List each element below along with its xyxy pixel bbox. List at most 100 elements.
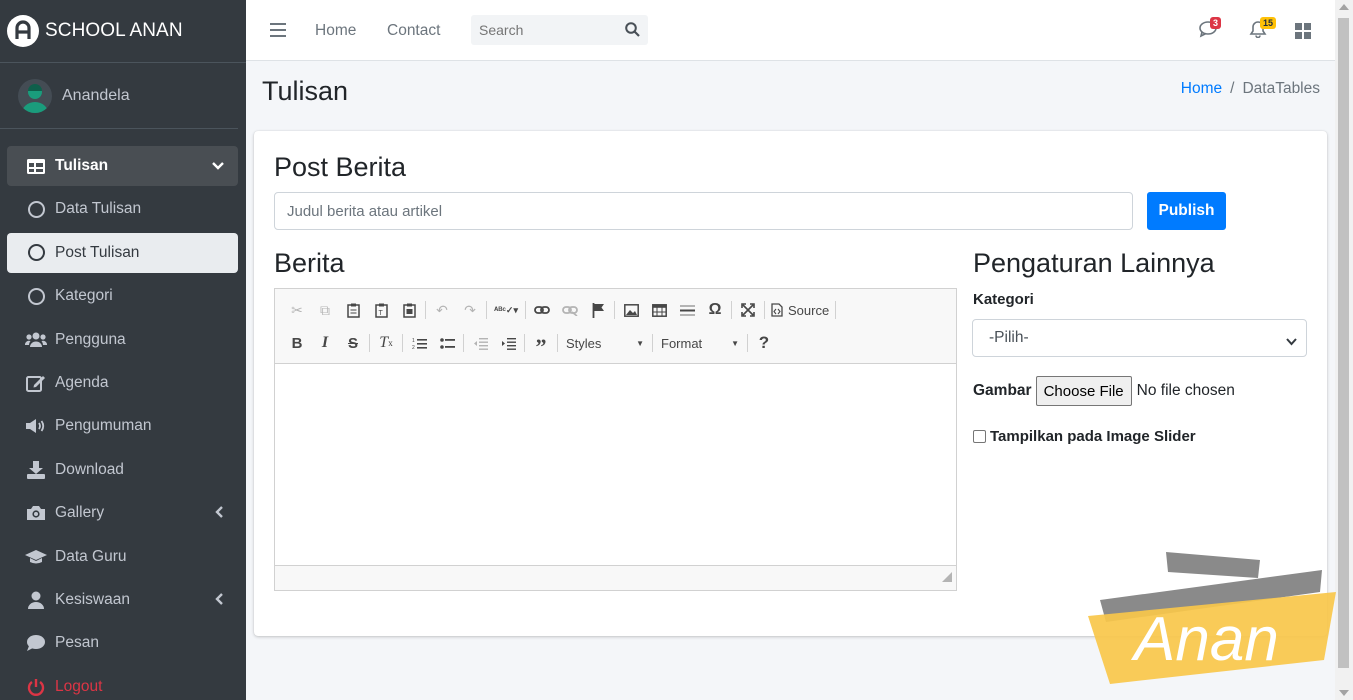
paste-icon[interactable] <box>339 297 367 323</box>
kategori-select[interactable]: -Pilih- <box>972 319 1307 357</box>
link-icon[interactable] <box>528 297 556 323</box>
user-icon <box>25 591 47 609</box>
gambar-label: Gambar <box>973 382 1032 399</box>
watermark-text: Anan <box>1130 605 1279 674</box>
image-slider-label[interactable]: Tampilkan pada Image Slider <box>990 428 1196 445</box>
users-icon <box>25 331 47 349</box>
image-slider-checkbox[interactable] <box>973 430 986 443</box>
styles-label: Styles <box>566 335 602 351</box>
copy-icon[interactable]: ⧉ <box>311 297 339 323</box>
spellcheck-icon[interactable]: ᴬᴮᶜ✓▾ <box>489 297 523 323</box>
nav-contact-link[interactable]: Contact <box>387 22 440 40</box>
help-icon[interactable]: ? <box>750 330 778 356</box>
maximize-icon[interactable] <box>734 297 762 323</box>
special-char-icon[interactable]: Ω <box>701 297 729 323</box>
toolbar-separator <box>486 301 487 319</box>
sidebar-item-label: Gallery <box>55 504 105 522</box>
brand-logo-icon <box>7 15 39 47</box>
scroll-up-icon[interactable] <box>1339 4 1349 10</box>
sidebar-item-tulisan[interactable]: Tulisan <box>7 146 238 186</box>
sidebar-item-label: Kategori <box>55 287 113 305</box>
toolbar-separator <box>524 334 525 352</box>
search-icon[interactable] <box>625 22 640 41</box>
source-icon <box>771 303 783 317</box>
table-insert-icon[interactable] <box>645 297 673 323</box>
sidebar-item-pengguna[interactable]: Pengguna <box>7 320 238 360</box>
page-title: Tulisan <box>262 76 349 106</box>
edit-icon <box>25 374 47 392</box>
user-panel[interactable]: Anandela <box>0 63 238 129</box>
cut-icon[interactable]: ✂ <box>283 297 311 323</box>
anchor-flag-icon[interactable] <box>584 297 612 323</box>
sidebar-item-post-tulisan[interactable]: Post Tulisan <box>7 232 238 273</box>
toolbar-separator <box>425 301 426 319</box>
chevron-down-icon <box>212 158 224 176</box>
indent-icon[interactable] <box>494 330 522 356</box>
source-label: Source <box>788 302 830 318</box>
breadcrumb: Home / DataTables <box>1181 80 1320 98</box>
search-input[interactable] <box>471 15 611 45</box>
sidebar-item-pengumuman[interactable]: Pengumuman <box>7 406 238 446</box>
resize-handle-icon[interactable] <box>942 569 952 586</box>
image-icon[interactable] <box>617 297 645 323</box>
sidebar-item-logout[interactable]: Logout <box>7 667 238 700</box>
sidebar-item-agenda[interactable]: Agenda <box>7 363 238 403</box>
messages-icon[interactable]: 3 <box>1199 17 1222 42</box>
sidebar-item-label: Kesiswaan <box>55 590 130 608</box>
toolbar-separator <box>614 301 615 319</box>
brand-title: SCHOOL ANAN <box>45 20 183 41</box>
scrollbar-thumb[interactable] <box>1338 18 1349 668</box>
sidebar-item-label: Pengguna <box>55 330 126 348</box>
caret-down-icon: ▼ <box>636 338 644 348</box>
bullet-list-icon[interactable] <box>433 330 461 356</box>
image-slider-option: Tampilkan pada Image Slider <box>973 428 1196 445</box>
brand[interactable]: SCHOOL ANAN <box>0 0 246 63</box>
source-button[interactable]: Source <box>767 303 833 318</box>
unlink-icon[interactable] <box>556 297 584 323</box>
remove-format-icon[interactable]: Tx <box>372 330 400 356</box>
breadcrumb-home-link[interactable]: Home <box>1181 80 1222 97</box>
notifications-icon[interactable]: 15 <box>1249 17 1277 42</box>
strikethrough-icon[interactable]: S <box>339 330 367 356</box>
blockquote-icon[interactable]: ” <box>527 330 555 359</box>
sidebar-item-data-tulisan[interactable]: Data Tulisan <box>7 189 238 229</box>
publish-button[interactable]: Publish <box>1147 192 1226 230</box>
choose-file-button[interactable]: Choose File <box>1035 376 1132 406</box>
sidebar-item-label: Data Guru <box>55 547 127 565</box>
toolbar-separator <box>463 334 464 352</box>
nav-home-link[interactable]: Home <box>315 22 356 40</box>
bold-icon[interactable]: B <box>283 330 311 356</box>
horizontal-line-icon[interactable] <box>673 297 701 323</box>
toolbar-separator <box>557 334 558 352</box>
sidebar-item-kesiswaan[interactable]: Kesiswaan <box>7 580 238 620</box>
redo-icon[interactable]: ↷ <box>456 297 484 323</box>
grid-apps-icon[interactable] <box>1295 23 1311 43</box>
paste-word-icon[interactable] <box>395 297 423 323</box>
camera-icon <box>25 504 47 522</box>
toolbar-separator <box>835 301 837 319</box>
italic-icon[interactable]: I <box>311 330 339 356</box>
hamburger-menu-icon[interactable] <box>270 23 286 41</box>
editor-content-area[interactable] <box>275 364 956 565</box>
scroll-down-icon[interactable] <box>1339 690 1349 696</box>
styles-dropdown[interactable]: Styles ▼ <box>560 331 650 355</box>
sidebar-item-download[interactable]: Download <box>7 450 238 490</box>
sidebar-item-gallery[interactable]: Gallery <box>7 493 238 533</box>
sidebar-item-data-guru[interactable]: Data Guru <box>7 537 238 577</box>
format-dropdown[interactable]: Format ▼ <box>655 331 745 355</box>
kategori-selected-value: -Pilih- <box>989 329 1029 346</box>
article-title-input[interactable] <box>274 192 1133 230</box>
outdent-icon[interactable] <box>466 330 494 356</box>
sidebar-item-label: Pengumuman <box>55 417 152 435</box>
kategori-label: Kategori <box>973 291 1034 308</box>
circle-icon <box>27 287 45 305</box>
toolbar-separator <box>652 334 653 352</box>
sidebar-item-kategori[interactable]: Kategori <box>7 276 238 316</box>
undo-icon[interactable]: ↶ <box>428 297 456 323</box>
post-heading: Post Berita <box>274 152 407 182</box>
paste-text-icon[interactable]: T <box>367 297 395 323</box>
megaphone-icon <box>25 417 47 435</box>
comment-icon <box>25 634 47 652</box>
sidebar-item-pesan[interactable]: Pesan <box>7 623 238 663</box>
numbered-list-icon[interactable]: 12 <box>405 330 433 356</box>
